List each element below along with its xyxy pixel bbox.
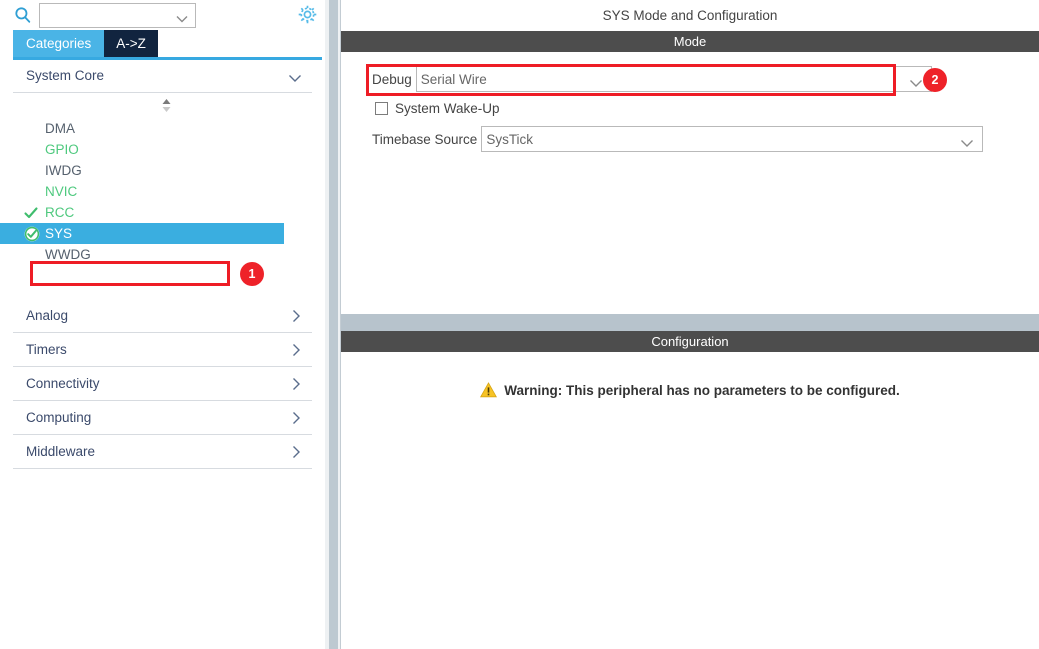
- tab-categories[interactable]: Categories: [13, 30, 105, 57]
- debug-value: Serial Wire: [420, 71, 487, 87]
- debug-label: Debug: [372, 71, 412, 87]
- peripheral-label: RCC: [45, 205, 75, 220]
- peripheral-item-dma[interactable]: DMA: [13, 118, 312, 139]
- sort-arrows-icon[interactable]: [13, 93, 312, 117]
- category-header-timers[interactable]: Timers: [13, 333, 312, 367]
- system-wakeup-checkbox[interactable]: [375, 102, 388, 115]
- search-combobox[interactable]: [39, 2, 196, 28]
- pane-divider-handle[interactable]: [329, 0, 338, 649]
- category-title-computing: Computing: [26, 410, 92, 425]
- system-wakeup-label: System Wake-Up: [395, 101, 500, 116]
- category-header-analog[interactable]: Analog: [13, 299, 312, 333]
- system-wakeup-row[interactable]: System Wake-Up: [345, 101, 1035, 116]
- chevron-right-icon[interactable]: [291, 445, 302, 459]
- warning-row: Warning: This peripheral has no paramete…: [341, 352, 1039, 398]
- peripheral-list: DMA GPIO IWDG NVIC RCC SYS WWDG: [0, 117, 312, 265]
- category-title-middleware: Middleware: [26, 444, 96, 459]
- stm32cubemx-pinout-configuration-window: Categories A->Z System Core DMA GPIO IWD…: [0, 0, 1039, 649]
- chevron-down-icon[interactable]: [176, 11, 188, 22]
- tab-a-to-z-label: A->Z: [116, 36, 146, 51]
- chevron-down-icon[interactable]: [909, 75, 923, 87]
- section-header-configuration: Configuration: [341, 331, 1039, 352]
- tab-categories-label: Categories: [26, 36, 92, 51]
- peripheral-item-rcc[interactable]: RCC: [13, 202, 312, 223]
- category-title-system-core: System Core: [26, 68, 105, 83]
- check-icon: [24, 206, 38, 220]
- section-header-configuration-label: Configuration: [651, 334, 729, 349]
- gear-icon[interactable]: [297, 4, 318, 25]
- chevron-right-icon[interactable]: [291, 377, 302, 391]
- timebase-row: Timebase Source SysTick: [345, 126, 1035, 152]
- category-title-analog: Analog: [26, 308, 69, 323]
- peripheral-item-nvic[interactable]: NVIC: [13, 181, 312, 202]
- chevron-down-icon[interactable]: [288, 71, 302, 82]
- panel-separator: [341, 314, 1039, 331]
- pane-divider[interactable]: [325, 0, 341, 649]
- peripheral-sidebar: Categories A->Z System Core DMA GPIO IWD…: [0, 0, 325, 649]
- category-title-connectivity: Connectivity: [26, 376, 100, 391]
- peripheral-item-gpio[interactable]: GPIO: [13, 139, 312, 160]
- peripheral-label: NVIC: [45, 184, 78, 199]
- peripheral-label: WWDG: [45, 247, 91, 262]
- debug-select[interactable]: Serial Wire: [415, 66, 932, 92]
- annotation-badge-2: 2: [923, 68, 947, 92]
- category-header-computing[interactable]: Computing: [13, 401, 312, 435]
- chevron-down-icon[interactable]: [960, 135, 974, 147]
- warning-text: Warning: This peripheral has no paramete…: [504, 382, 900, 398]
- category-title-timers: Timers: [26, 342, 67, 357]
- category-header-middleware[interactable]: Middleware: [13, 435, 312, 469]
- peripheral-item-iwdg[interactable]: IWDG: [13, 160, 312, 181]
- chevron-right-icon[interactable]: [291, 343, 302, 357]
- section-header-mode-label: Mode: [673, 34, 707, 49]
- timebase-label: Timebase Source: [372, 131, 478, 147]
- section-header-mode: Mode: [341, 31, 1039, 52]
- annotation-badge-1-label: 1: [248, 267, 256, 281]
- timebase-value: SysTick: [486, 131, 534, 147]
- configuration-pane: SYS Mode and Configuration Mode Debug Se…: [341, 0, 1039, 649]
- chevron-right-icon[interactable]: [291, 309, 302, 323]
- category-list: System Core DMA GPIO IWDG NVIC RCC SYS W…: [0, 59, 325, 469]
- annotation-badge-2-label: 2: [931, 73, 939, 87]
- peripheral-label: DMA: [45, 121, 75, 136]
- peripheral-item-wwdg[interactable]: WWDG: [13, 244, 312, 265]
- timebase-select[interactable]: SysTick: [481, 126, 984, 152]
- annotation-badge-1: 1: [240, 262, 264, 286]
- chevron-right-icon[interactable]: [291, 411, 302, 425]
- category-header-connectivity[interactable]: Connectivity: [13, 367, 312, 401]
- sidebar-tabs: Categories A->Z: [0, 30, 325, 60]
- search-input[interactable]: [44, 4, 174, 26]
- category-header-system-core[interactable]: System Core: [13, 59, 312, 93]
- check-circle-icon: [24, 226, 40, 242]
- configuration-panel: Warning: This peripheral has no paramete…: [341, 352, 1039, 649]
- peripheral-item-sys[interactable]: SYS: [0, 223, 284, 244]
- warning-triangle-icon: [480, 382, 498, 398]
- page-title: SYS Mode and Configuration: [602, 8, 778, 23]
- peripheral-label: SYS: [45, 226, 73, 241]
- peripheral-label: IWDG: [45, 163, 82, 178]
- tab-a-to-z[interactable]: A->Z: [104, 30, 158, 57]
- search-icon: [14, 6, 32, 24]
- peripheral-label: GPIO: [45, 142, 79, 157]
- search-row: [0, 0, 325, 30]
